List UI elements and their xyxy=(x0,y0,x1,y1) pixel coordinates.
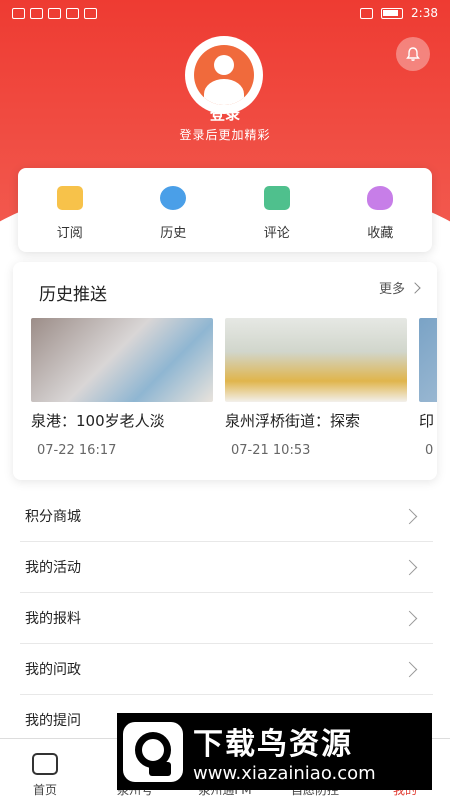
favorite-icon xyxy=(367,186,394,210)
news-thumbnail xyxy=(225,318,407,402)
quick-action-label: 评论 xyxy=(263,226,290,241)
news-title: 泉港：100岁老人淡 xyxy=(31,412,165,430)
news-item[interactable]: 泉州浮桥街道：探索 07-21 10:53 xyxy=(225,318,407,458)
chevron-right-icon xyxy=(401,610,418,626)
menu-item-my-inquiries[interactable]: 我的问政 xyxy=(20,644,433,695)
login-link[interactable]: 登录 xyxy=(0,103,450,124)
battery-icon xyxy=(381,7,404,19)
more-link[interactable]: 更多 xyxy=(378,278,421,297)
comment-icon xyxy=(263,186,290,210)
history-button[interactable]: 历史 xyxy=(122,168,226,252)
news-time: 07-21 10:53 xyxy=(231,443,311,458)
bell-icon xyxy=(406,47,420,61)
watermark-overlay: 下载鸟资源 www.xiazainiao.com xyxy=(117,713,432,790)
history-icon xyxy=(160,186,187,210)
menu-item-label: 积分商城 xyxy=(25,509,81,525)
favorite-button[interactable]: 收藏 xyxy=(329,168,433,252)
history-push-card: 历史推送 更多 泉港：100岁老人淡 07-22 16:17 泉州浮桥街道：探索… xyxy=(13,262,437,480)
watermark-title: 下载鸟资源 xyxy=(193,727,353,762)
menu-item-label: 我的报料 xyxy=(25,611,81,627)
chevron-right-icon xyxy=(401,559,418,575)
alert-icon xyxy=(12,7,25,19)
menu-item-label: 我的活动 xyxy=(25,560,81,576)
flag-icon xyxy=(84,7,97,19)
clock: 2:38 xyxy=(411,6,438,20)
quick-action-label: 订阅 xyxy=(56,226,83,241)
wifi-icon xyxy=(30,7,43,19)
tab-label: 首页 xyxy=(32,783,57,797)
chevron-right-icon xyxy=(401,661,418,677)
subscribe-icon xyxy=(56,186,83,210)
news-item[interactable]: 印 0 xyxy=(419,318,437,458)
menu-item-label: 我的提问 xyxy=(25,713,81,729)
quick-action-label: 收藏 xyxy=(367,226,394,241)
message-icon xyxy=(66,7,79,19)
news-title: 泉州浮桥街道：探索 xyxy=(225,412,361,430)
profile-menu: 积分商城 我的活动 我的报料 我的问政 我的提问 xyxy=(20,491,433,746)
login-subtitle: 登录后更加精彩 xyxy=(179,128,271,142)
menu-item-points-mall[interactable]: 积分商城 xyxy=(20,491,433,542)
home-icon xyxy=(32,753,58,775)
menu-item-label: 我的问政 xyxy=(25,662,81,678)
mute-icon xyxy=(360,7,374,19)
more-label: 更多 xyxy=(378,282,405,297)
news-time: 07-22 16:17 xyxy=(37,443,117,458)
comment-button[interactable]: 评论 xyxy=(225,168,329,252)
chevron-right-icon xyxy=(401,508,418,524)
subscribe-button[interactable]: 订阅 xyxy=(18,168,122,252)
news-item[interactable]: 泉港：100岁老人淡 07-22 16:17 xyxy=(31,318,213,458)
news-time: 0 xyxy=(425,443,434,458)
user-avatar-icon xyxy=(194,45,254,105)
menu-item-my-activities[interactable]: 我的活动 xyxy=(20,542,433,593)
news-title: 印 xyxy=(419,412,435,430)
history-push-title: 历史推送 xyxy=(39,285,107,305)
news-thumbnail xyxy=(419,318,437,402)
status-bar: 2:38 xyxy=(0,0,450,26)
quick-action-label: 历史 xyxy=(160,226,187,241)
tab-home[interactable]: 首页 xyxy=(0,739,90,800)
watermark-url: www.xiazainiao.com xyxy=(193,763,376,784)
watermark-logo-icon xyxy=(123,721,183,782)
chevron-right-icon xyxy=(409,281,421,294)
quick-actions-card: 订阅 历史 评论 收藏 xyxy=(18,168,432,252)
notification-button[interactable] xyxy=(396,37,430,71)
news-thumbnail xyxy=(31,318,213,402)
app-notification-icon xyxy=(48,7,61,19)
menu-item-my-reports[interactable]: 我的报料 xyxy=(20,593,433,644)
